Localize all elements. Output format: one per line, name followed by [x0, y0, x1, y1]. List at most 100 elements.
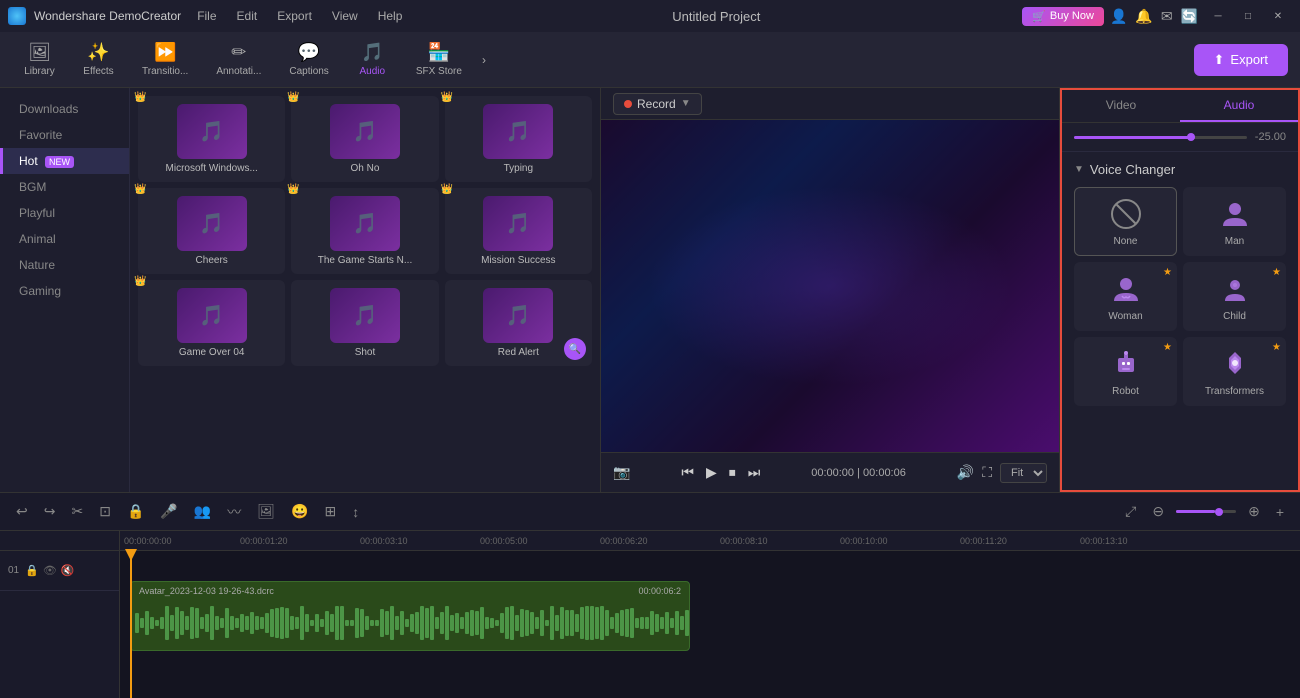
record-button[interactable]: Record ▼: [613, 93, 702, 115]
wave-button[interactable]: 〰: [223, 500, 245, 524]
maximize-button[interactable]: □: [1234, 6, 1262, 26]
user-icon[interactable]: 👤: [1110, 8, 1127, 25]
ruler-mark-5: 00:00:08:10: [720, 536, 768, 546]
toolbar-library[interactable]: 🖼 Library: [12, 36, 67, 83]
preview-right-controls: 🔊 ⛶ Fit: [957, 463, 1047, 483]
lock-button[interactable]: 🔒: [123, 501, 148, 522]
toolbar-audio[interactable]: 🎵 Audio: [345, 36, 400, 83]
toolbar-captions[interactable]: 💬 Captions: [277, 36, 340, 83]
play-button[interactable]: ▶: [706, 464, 717, 481]
titlebar-right: 🛒 Buy Now 👤 🔔 ✉ 🔄 ─ □ ✕: [1022, 6, 1292, 26]
search-overlay-button[interactable]: 🔍: [564, 338, 586, 360]
sidebar-item-hot[interactable]: Hot NEW: [0, 148, 129, 174]
voice-option-transformers[interactable]: ★ Transformers: [1183, 337, 1286, 406]
waveform-bar: [350, 620, 354, 627]
split-button[interactable]: ⊞: [320, 501, 340, 522]
menu-edit[interactable]: Edit: [229, 7, 266, 25]
tab-audio[interactable]: Audio: [1180, 90, 1298, 122]
volume-icon[interactable]: 🔊: [957, 464, 974, 481]
expand-timeline-button[interactable]: ⤢: [1121, 501, 1140, 522]
rewind-button[interactable]: ⏮: [681, 464, 694, 481]
zoom-slider[interactable]: [1176, 510, 1236, 513]
vc-collapse-icon[interactable]: ▼: [1074, 164, 1084, 175]
zoom-out-button[interactable]: ⊖: [1148, 501, 1168, 522]
fullscreen-button[interactable]: ⛶: [982, 464, 992, 481]
image-button[interactable]: 🖼: [253, 501, 279, 522]
screenshot-button[interactable]: 📷: [613, 464, 630, 481]
export-button[interactable]: ⬆ Export: [1194, 44, 1288, 76]
zoom-in-button[interactable]: ⊕: [1244, 501, 1264, 522]
menu-help[interactable]: Help: [370, 7, 411, 25]
fast-forward-button[interactable]: ⏭: [748, 464, 761, 481]
waveform-bar: [320, 619, 324, 627]
voice-option-robot[interactable]: ★ Robot: [1074, 337, 1177, 406]
sidebar-item-bgm[interactable]: BGM: [0, 174, 129, 200]
toolbar-more-button[interactable]: ›: [482, 53, 486, 67]
cut-button[interactable]: ✂: [67, 501, 87, 522]
ruler-mark-3: 00:00:05:00: [480, 536, 528, 546]
audio-card-ty[interactable]: 👑🎵Typing: [445, 96, 592, 182]
toolbar-annotations[interactable]: ✏ Annotati...: [204, 36, 273, 83]
add-track-button[interactable]: +: [1272, 502, 1288, 522]
audio-card-mw[interactable]: 👑🎵Microsoft Windows...: [138, 96, 285, 182]
toolbar-effects[interactable]: ✨ Effects: [71, 36, 126, 83]
voice-option-child[interactable]: ★ Child: [1183, 262, 1286, 331]
sidebar-item-gaming[interactable]: Gaming: [0, 278, 129, 304]
buy-now-button[interactable]: 🛒 Buy Now: [1022, 7, 1104, 26]
minimize-button[interactable]: ─: [1204, 6, 1232, 26]
track-eye-icon[interactable]: 👁: [43, 564, 57, 577]
waveform-bar: [160, 617, 164, 628]
track-mute-icon[interactable]: 🔇: [61, 564, 75, 577]
waveform-bar: [265, 613, 269, 634]
menu-view[interactable]: View: [324, 7, 366, 25]
volume-slider[interactable]: [1074, 136, 1247, 139]
audio-card-tg[interactable]: 👑🎵The Game Starts N...: [291, 188, 438, 274]
timeline-playhead[interactable]: [130, 551, 132, 698]
emoji-button[interactable]: 😀: [287, 501, 312, 522]
sidebar-item-favorite[interactable]: Favorite: [0, 122, 129, 148]
mic-button[interactable]: 🎤: [156, 501, 181, 522]
track-lock-icon[interactable]: 🔒: [25, 564, 39, 577]
audio-thumb-sh: 🎵: [330, 288, 400, 343]
menu-file[interactable]: File: [189, 7, 224, 25]
transformers-premium-badge: ★: [1272, 342, 1281, 353]
fit-select[interactable]: Fit: [1000, 463, 1047, 483]
menu-export[interactable]: Export: [269, 7, 320, 25]
close-button[interactable]: ✕: [1264, 6, 1292, 26]
audio-card-name: The Game Starts N...: [318, 255, 412, 266]
notifications-icon[interactable]: 🔔: [1135, 8, 1152, 25]
audio-card-ch[interactable]: 👑🎵Cheers: [138, 188, 285, 274]
video-track[interactable]: Avatar_2023-12-03 19-26-43.dcrc 00:00:06…: [130, 581, 690, 651]
audio-card-name: Game Over 04: [179, 347, 245, 358]
undo-button[interactable]: ↩: [12, 501, 32, 522]
audio-card-ra[interactable]: 🎵Red Alert🔍: [445, 280, 592, 366]
audio-card-ms[interactable]: 👑🎵Mission Success: [445, 188, 592, 274]
stop-button[interactable]: ⏹: [729, 464, 736, 481]
audio-card-on[interactable]: 👑🎵Oh No: [291, 96, 438, 182]
updates-icon[interactable]: 🔄: [1181, 8, 1198, 25]
people-button[interactable]: 👥: [190, 501, 215, 522]
preview-background: [601, 120, 1059, 452]
voice-option-none[interactable]: None: [1074, 187, 1177, 256]
mail-icon[interactable]: ✉: [1161, 8, 1173, 25]
sidebar-item-animal[interactable]: Animal: [0, 226, 129, 252]
toolbar-transitions[interactable]: ⏩ Transitio...: [130, 36, 200, 83]
crown-badge-tg: 👑: [287, 184, 299, 195]
toolbar-sfx[interactable]: 🏪 SFX Store: [404, 36, 474, 83]
arrow-button[interactable]: ↕: [348, 502, 363, 522]
tab-video[interactable]: Video: [1062, 90, 1180, 122]
waveform-bar: [190, 607, 194, 638]
sidebar-item-downloads[interactable]: Downloads: [0, 96, 129, 122]
waveform-bar: [205, 614, 209, 632]
sidebar-item-nature[interactable]: Nature: [0, 252, 129, 278]
waveform-bar: [295, 617, 299, 628]
sidebar-item-playful[interactable]: Playful: [0, 200, 129, 226]
redo-button[interactable]: ↪: [40, 501, 60, 522]
audio-card-sh[interactable]: 🎵Shot: [291, 280, 438, 366]
trim-button[interactable]: ⊡: [95, 501, 115, 522]
voice-changer-title: Voice Changer: [1090, 162, 1175, 177]
voice-option-man[interactable]: Man: [1183, 187, 1286, 256]
waveform-bar: [175, 607, 179, 639]
audio-card-go[interactable]: 👑🎵Game Over 04: [138, 280, 285, 366]
voice-option-woman[interactable]: ★ Woman: [1074, 262, 1177, 331]
